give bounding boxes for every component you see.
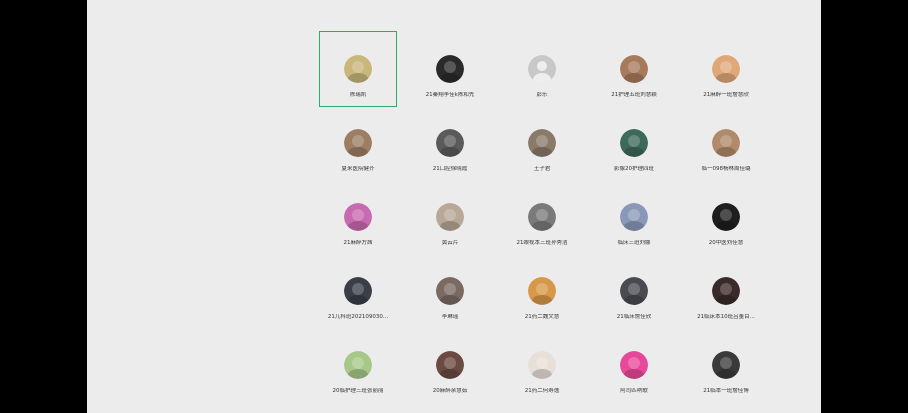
contact-item[interactable]: 陈瑞凯 xyxy=(319,31,397,107)
contact-item[interactable]: 21秦翔李佳k陈和先 xyxy=(412,32,488,106)
contact-picker-panel: 陈瑞凯 21秦翔李佳k陈和先 彭乐 21护理五班刘慧颖 21麻醉一班詹慧欣夏米医院健齐 2… xyxy=(87,0,821,413)
avatar-photo-icon xyxy=(620,129,648,157)
default-avatar-icon xyxy=(528,55,556,83)
contact-name: 21眼视本三班孙秀洁 xyxy=(516,240,568,246)
contact-name: 临床三班刘娜 xyxy=(617,240,651,246)
contact-item[interactable]: 21口腔徐晓霞 xyxy=(412,106,488,180)
contact-item[interactable]: 彭乐 xyxy=(504,32,580,106)
contact-item[interactable]: 20中医刘佳慧 xyxy=(688,180,764,254)
avatar-photo-icon xyxy=(620,203,648,231)
contact-grid: 陈瑞凯 21秦翔李佳k陈和先 彭乐 21护理五班刘慧颖 21麻醉一班詹慧欣夏米医院健齐 2… xyxy=(319,31,770,402)
contact-item[interactable]: 临一098杨林周佳璐 xyxy=(688,106,764,180)
contact-item[interactable]: 影像20护理四班 xyxy=(596,106,672,180)
contact-name: 20中医刘佳慧 xyxy=(708,240,744,246)
contact-item[interactable]: 21药二魏文慧 xyxy=(504,254,580,328)
contact-name: 20临护理三班张丽丽 xyxy=(332,388,384,394)
avatar-photo-icon xyxy=(528,351,556,379)
contact-name: 21秦翔李佳k陈和先 xyxy=(425,92,475,98)
avatar-photo-icon xyxy=(436,351,464,379)
contact-name: 21麻醉一班詹慧欣 xyxy=(703,92,749,98)
contact-name: 夏米医院健齐 xyxy=(341,166,375,172)
contact-name: 21口腔徐晓霞 xyxy=(432,166,468,172)
contact-name: 21临床詹佳欣 xyxy=(616,314,652,320)
avatar-photo-icon xyxy=(620,351,648,379)
avatar-photo-icon xyxy=(620,55,648,83)
contact-name: 21护理五班刘慧颖 xyxy=(611,92,657,98)
contact-item[interactable]: 21儿科班202109030... xyxy=(320,254,396,328)
contact-name: 影像20护理四班 xyxy=(614,166,654,172)
contact-name: 21药二魏文慧 xyxy=(524,314,560,320)
contact-name: 20麻醉余慧茹 xyxy=(432,388,468,394)
avatar-photo-icon xyxy=(344,203,372,231)
contact-item[interactable]: 21临床詹佳欣 xyxy=(596,254,672,328)
contact-item[interactable]: 21麻醉一班詹慧欣 xyxy=(688,32,764,106)
contact-name: 黄云芹 xyxy=(441,240,459,246)
avatar-photo-icon xyxy=(436,203,464,231)
avatar-photo-icon xyxy=(528,203,556,231)
avatar-photo-icon xyxy=(620,277,648,305)
contact-item[interactable]: 21眼视本三班孙秀洁 xyxy=(504,180,580,254)
contact-item[interactable]: 20麻醉余慧茹 xyxy=(412,328,488,402)
contact-item[interactable]: 21临本一班詹佳博 xyxy=(688,328,764,402)
avatar-photo-icon xyxy=(436,129,464,157)
contact-item[interactable]: 王子君 xyxy=(504,106,580,180)
contact-name: 21儿科班202109030... xyxy=(327,314,389,320)
contact-item[interactable]: 21药二何寿逸 xyxy=(504,328,580,402)
contact-name: 彭乐 xyxy=(536,92,548,98)
contact-name: 李琳瑶 xyxy=(441,314,459,320)
avatar-photo-icon xyxy=(344,129,372,157)
avatar-photo-icon xyxy=(344,351,372,379)
contact-item[interactable]: 李琳瑶 xyxy=(412,254,488,328)
contact-name: 阿司匹咧歌 xyxy=(620,388,648,394)
contact-name: 21麻醉方茜 xyxy=(343,240,373,246)
contact-item[interactable]: 21麻醉方茜 xyxy=(320,180,396,254)
avatar-photo-icon xyxy=(712,55,740,83)
avatar-photo-icon xyxy=(436,277,464,305)
contact-item[interactable]: 临床三班刘娜 xyxy=(596,180,672,254)
avatar-photo-icon xyxy=(712,351,740,379)
contact-name: 王子君 xyxy=(533,166,551,172)
contact-item[interactable]: 夏米医院健齐 xyxy=(320,106,396,180)
contact-item[interactable]: 黄云芹 xyxy=(412,180,488,254)
contact-name: 21临本一班詹佳博 xyxy=(703,388,749,394)
avatar-photo-icon xyxy=(436,55,464,83)
avatar-photo-icon xyxy=(344,55,372,83)
contact-name: 临一098杨林周佳璐 xyxy=(701,166,751,172)
avatar-photo-icon xyxy=(712,277,740,305)
avatar-photo-icon xyxy=(528,277,556,305)
contact-name: 21临床本10班吕董目... xyxy=(697,314,755,320)
contact-item[interactable]: 21临床本10班吕董目... xyxy=(688,254,764,328)
contact-name: 21药二何寿逸 xyxy=(524,388,560,394)
contact-name: 陈瑞凯 xyxy=(349,92,367,98)
avatar-photo-icon xyxy=(344,277,372,305)
contact-item[interactable]: 20临护理三班张丽丽 xyxy=(320,328,396,402)
contact-item[interactable]: 阿司匹咧歌 xyxy=(596,328,672,402)
avatar-photo-icon xyxy=(528,129,556,157)
avatar-photo-icon xyxy=(712,129,740,157)
contact-item[interactable]: 21护理五班刘慧颖 xyxy=(596,32,672,106)
avatar-photo-icon xyxy=(712,203,740,231)
